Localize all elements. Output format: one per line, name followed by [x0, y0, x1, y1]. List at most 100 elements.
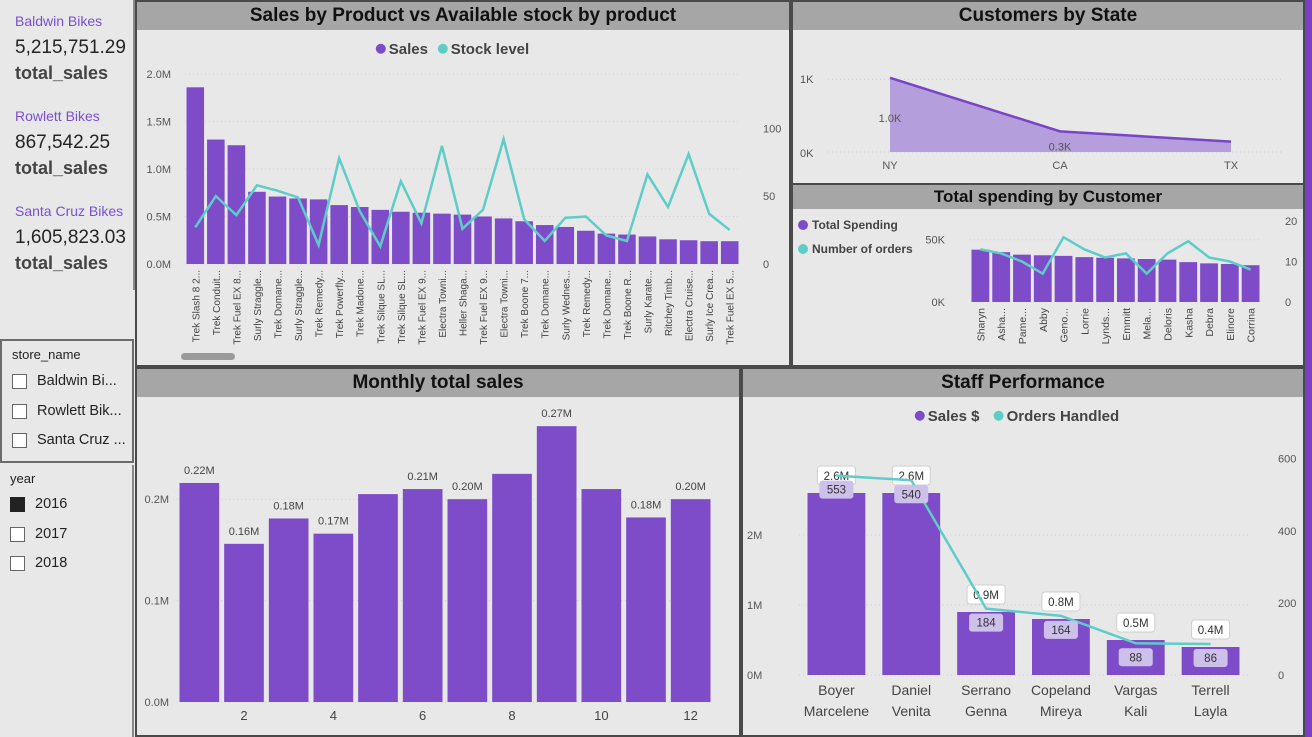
slicer-item-label: 2018 — [35, 555, 68, 571]
panel-title: Monthly total sales — [137, 369, 739, 397]
x-axis-tick: 6 — [419, 708, 426, 723]
staff-performance-chart[interactable]: Sales $ Orders Handled0M1M2M02004006002.6… — [743, 397, 1303, 735]
total-spending-chart[interactable]: Total Spending Number of orders 0K 50K 0 10 20… — [793, 209, 1303, 367]
horizontal-scrollbar — [181, 353, 235, 360]
data-label: 0.18M — [273, 500, 304, 512]
spending-bar — [971, 249, 990, 302]
kpi-card-baldwin[interactable]: Baldwin Bikes 5,215,751.29 total_sales — [0, 0, 133, 95]
monthly-bar — [536, 426, 577, 702]
y-axis-tick: 0.0M — [147, 259, 171, 271]
x-axis-tick: Venita — [892, 703, 931, 719]
slicer-item-baldwin[interactable]: Baldwin Bi... — [12, 371, 117, 391]
x-axis-tick: Geno... — [1059, 308, 1071, 342]
monthly-bar — [313, 533, 354, 702]
orders-label: 86 — [1204, 653, 1217, 665]
monthly-bar — [670, 499, 711, 702]
slicer-item-2016[interactable]: 2016 — [10, 494, 67, 514]
monthly-bar — [492, 473, 532, 702]
sales-bar — [268, 196, 287, 264]
checkbox-icon[interactable] — [10, 526, 25, 542]
x-axis-tick: Copeland — [1031, 682, 1091, 698]
kpi-card-store-name: Baldwin Bikes — [15, 13, 103, 29]
sales-bar — [350, 207, 369, 264]
x-axis-tick: Kali — [1124, 703, 1147, 719]
x-axis-tick: Lynds... — [1100, 308, 1112, 344]
monthly-bar — [626, 517, 666, 702]
legend-marker — [914, 410, 925, 421]
x-axis-tick: Terrell — [1192, 682, 1230, 698]
spending-bar — [1158, 259, 1177, 302]
kpi-card-santa-cruz[interactable]: Santa Cruz Bikes 1,605,823.03 total_sale… — [0, 190, 133, 285]
checkbox-icon[interactable] — [10, 555, 25, 571]
monthly-bar — [447, 499, 488, 702]
kpi-card-value: 5,215,751.29 — [15, 37, 126, 58]
legend-marker — [798, 220, 808, 230]
x-axis-tick: Electra Towni... — [500, 270, 511, 338]
data-label: 0.20M — [675, 481, 706, 493]
legend-marker — [798, 244, 808, 254]
spending-bar — [992, 252, 1011, 302]
checkbox-icon[interactable] — [12, 373, 27, 389]
slicer-item-2017[interactable]: 2017 — [10, 524, 67, 544]
data-label: 0.3K — [1049, 141, 1072, 153]
orders-label: 553 — [827, 485, 846, 497]
x-axis-tick: Electra Cruise... — [685, 270, 696, 341]
x-axis-tick: Trek Fuel EX 9... — [479, 270, 490, 345]
orders-label: 88 — [1129, 652, 1142, 664]
legend-marker — [993, 410, 1004, 421]
slicer-item-santa-cruz[interactable]: Santa Cruz ... — [12, 430, 126, 450]
x-axis-tick: TX — [1224, 160, 1239, 172]
spending-bar — [1117, 258, 1135, 302]
spending-bar — [1179, 262, 1198, 302]
kpi-card-rowlett[interactable]: Rowlett Bikes 867,542.25 total_sales — [0, 95, 133, 190]
x-axis-tick: Kasha — [1183, 308, 1195, 338]
checkbox-icon[interactable] — [12, 432, 27, 448]
x-axis-tick: Marcelene — [804, 703, 870, 719]
x-axis-tick: 8 — [508, 708, 515, 723]
data-label: 0.18M — [631, 499, 662, 511]
sales-bar — [474, 216, 492, 264]
y2-axis-tick: 600 — [1278, 454, 1296, 466]
report-canvas: Baldwin Bikes 5,215,751.29 total_sales R… — [0, 0, 1305, 737]
data-label: 0.21M — [407, 471, 438, 483]
y-axis-tick: 0K — [932, 297, 946, 309]
data-label: 0.27M — [541, 408, 572, 420]
x-axis-tick: Trek Domane... — [274, 270, 285, 339]
x-axis-tick: Genna — [965, 703, 1007, 719]
data-label: 0.17M — [318, 516, 349, 528]
x-axis-tick: Trek Remedy... — [315, 270, 326, 337]
y-axis-tick: 0M — [747, 670, 762, 682]
y-axis-tick: 0.1M — [145, 596, 169, 608]
sales-bar — [638, 236, 657, 264]
sales-vs-stock-panel: Sales by Product vs Available stock by p… — [135, 0, 791, 367]
y2-axis-tick: 0 — [1285, 297, 1291, 309]
y-axis-tick: 2M — [747, 530, 762, 542]
staff-sales-bar — [807, 493, 866, 675]
staff-performance-panel: Staff Performance Sales $ Orders Handled 0… — [741, 367, 1305, 737]
x-axis-tick: Pame... — [1017, 308, 1029, 344]
legend-label: Stock level — [451, 41, 529, 58]
x-axis-tick: Trek Conduit... — [212, 270, 223, 335]
kpi-card-label: total_sales — [15, 158, 109, 178]
spending-bar — [1075, 257, 1094, 302]
slicer-item-2018[interactable]: 2018 — [10, 553, 67, 573]
x-axis-tick: Trek Madone... — [356, 270, 367, 337]
x-axis-tick: Daniel — [891, 682, 931, 698]
y2-axis-tick: 0 — [763, 259, 769, 271]
x-axis-tick: Corrina — [1246, 308, 1258, 343]
slicer-title: year — [10, 471, 36, 486]
monthly-sales-chart[interactable]: 0.0M 0.1M 0.2M 0.22M 0.16M 2 0.18M 0.17M 4 0.21M 6… — [137, 397, 739, 735]
customers-by-state-chart[interactable]: 0K 1K NY 1.0K CA 0.3K TX — [793, 30, 1303, 185]
sales-bar — [535, 225, 554, 264]
checkbox-icon[interactable] — [12, 403, 27, 419]
sales-vs-stock-chart[interactable]: Sales Stock level 0.0M 0.5M 1.0M 1.5M 2.0M 0 50 1… — [137, 30, 789, 367]
checkbox-checked-icon[interactable] — [10, 496, 25, 512]
x-axis-tick: Elinore — [1225, 308, 1237, 341]
sales-label: 0.8M — [1048, 597, 1074, 609]
data-label: 1.0K — [879, 113, 902, 125]
slicer-item-rowlett[interactable]: Rowlett Bik... — [12, 401, 122, 421]
x-axis-tick: Boyer — [818, 682, 855, 698]
slicer-item-label: Rowlett Bik... — [37, 403, 122, 419]
kpi-card-label: total_sales — [15, 63, 109, 83]
y-axis-tick: 1.5M — [147, 117, 171, 129]
